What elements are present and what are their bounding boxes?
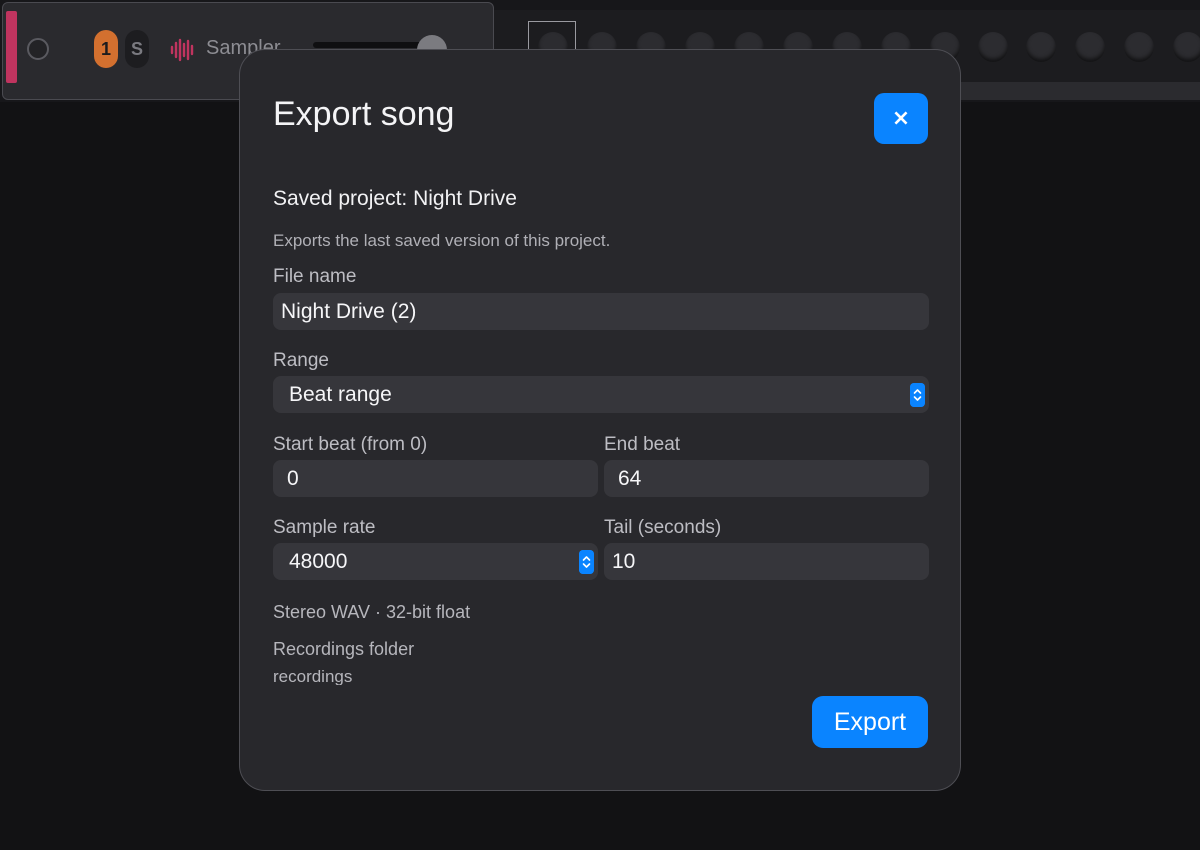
recordings-folder-label: Recordings folder <box>273 639 415 659</box>
tail-label: Tail (seconds) <box>604 517 722 538</box>
sample-rate-selected-value: 48000 <box>289 550 348 573</box>
end-beat-input[interactable] <box>604 460 929 497</box>
close-button[interactable]: × <box>874 93 928 144</box>
track-number-badge[interactable]: 1 <box>94 30 118 68</box>
export-button[interactable]: Export <box>812 696 928 748</box>
step-pad[interactable] <box>1026 32 1056 62</box>
end-beat-label: End beat <box>604 434 681 455</box>
saved-project-name: Saved project: Night Drive <box>273 187 517 210</box>
recordings-folder-value: recordings <box>273 667 353 685</box>
step-pad[interactable] <box>1124 32 1154 62</box>
step-pad[interactable] <box>1075 32 1105 62</box>
export-dialog: Export song × Saved project: Night Drive… <box>239 49 961 791</box>
dialog-title: Export song <box>273 95 455 133</box>
format-info: Stereo WAV · 32-bit float <box>273 602 471 622</box>
tail-seconds-input[interactable] <box>604 543 929 580</box>
file-name-input[interactable] <box>273 293 929 330</box>
range-label: Range <box>273 350 329 371</box>
range-select[interactable]: Beat range <box>273 376 929 413</box>
sample-rate-label: Sample rate <box>273 517 376 538</box>
step-pad[interactable] <box>1173 32 1200 62</box>
start-beat-input[interactable] <box>273 460 598 497</box>
track-color-bar <box>6 11 17 83</box>
select-arrows-icon <box>579 550 594 574</box>
range-selected-value: Beat range <box>289 383 392 406</box>
waveform-icon <box>170 38 194 62</box>
select-arrows-icon <box>910 383 925 407</box>
file-name-label: File name <box>273 266 357 287</box>
step-pad[interactable] <box>978 32 1008 62</box>
record-arm-button[interactable] <box>27 38 49 60</box>
export-hint: Exports the last saved version of this p… <box>273 231 611 250</box>
sample-rate-select[interactable]: 48000 <box>273 543 598 580</box>
start-beat-label: Start beat (from 0) <box>273 434 428 455</box>
solo-button[interactable]: S <box>125 30 149 68</box>
